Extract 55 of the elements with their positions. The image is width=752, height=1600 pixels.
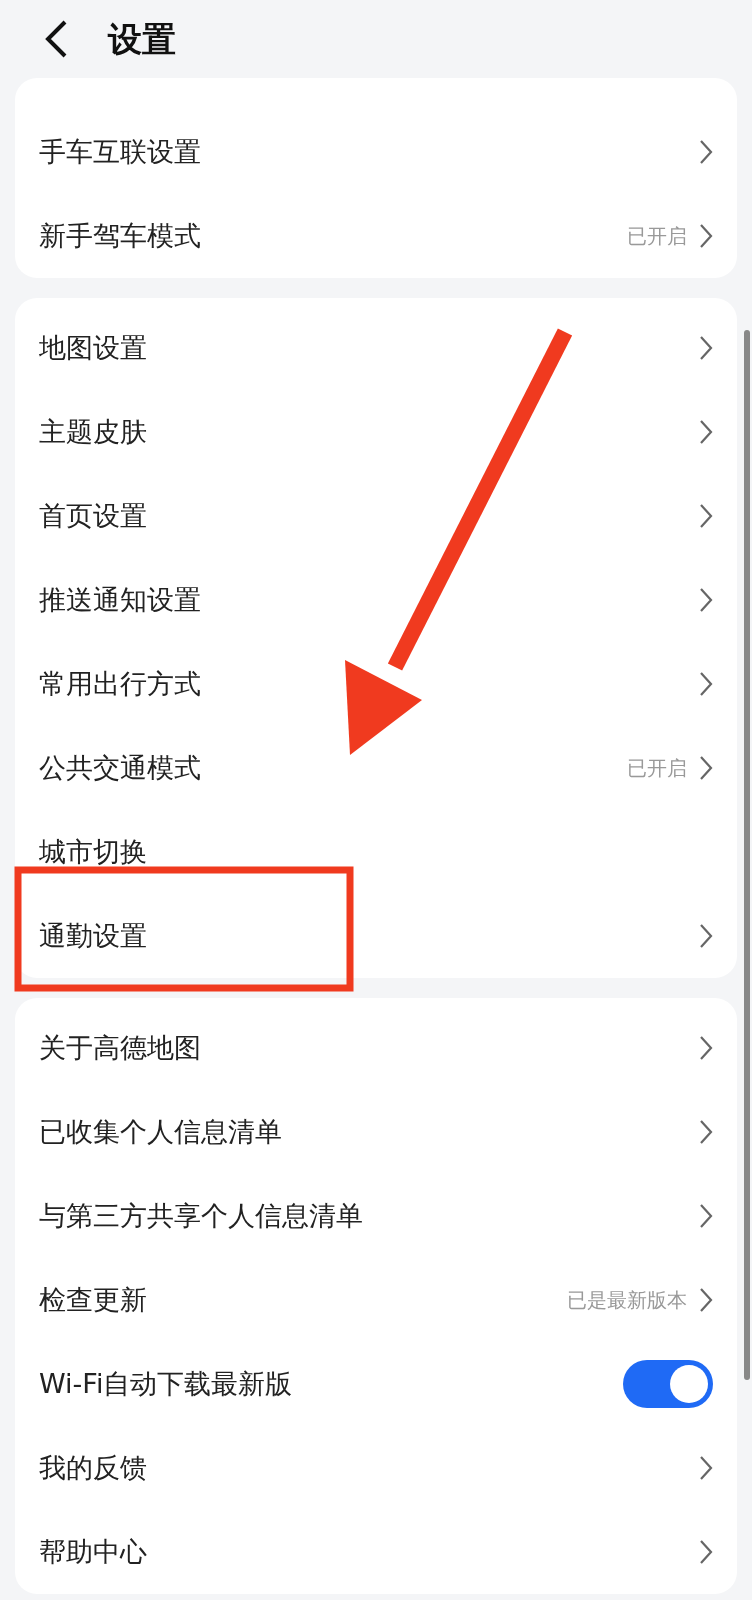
settings-row[interactable]: 推送通知设置: [15, 558, 737, 642]
settings-row[interactable]: 已收集个人信息清单: [15, 1090, 737, 1174]
row-label: 新手驾车模式: [39, 218, 202, 253]
row-label: 首页设置: [39, 498, 148, 533]
settings-row[interactable]: 我的反馈: [15, 1426, 737, 1510]
row-label: 我的反馈: [39, 1450, 148, 1485]
settings-row[interactable]: 手车互联设置: [15, 110, 737, 194]
row-label: 手车互联设置: [39, 134, 202, 169]
row-label: 常用出行方式: [39, 666, 202, 701]
chevron-icon: [699, 1287, 713, 1313]
settings-row[interactable]: 关于高德地图: [15, 1006, 737, 1090]
settings-row[interactable]: 城市切换: [15, 810, 737, 894]
chevron-icon: [699, 923, 713, 949]
chevron-icon: [699, 1119, 713, 1145]
row-value: 已开启: [627, 755, 687, 782]
chevron-icon: [699, 419, 713, 445]
settings-row[interactable]: 帮助中心: [15, 1510, 737, 1594]
settings-row[interactable]: 首页设置: [15, 474, 737, 558]
settings-row[interactable]: 公共交通模式 已开启: [15, 726, 737, 810]
chevron-icon: [699, 503, 713, 529]
chevron-icon: [699, 335, 713, 361]
settings-row[interactable]: 地图设置: [15, 306, 737, 390]
settings-row[interactable]: 主题皮肤: [15, 390, 737, 474]
row-label: 地图设置: [39, 330, 148, 365]
chevron-icon: [699, 755, 713, 781]
row-label: 城市切换: [39, 834, 148, 869]
chevron-icon: [699, 671, 713, 697]
row-label: 通勤设置: [39, 918, 148, 953]
settings-row[interactable]: 新手驾车模式 已开启: [15, 194, 737, 278]
settings-row[interactable]: 通勤设置: [15, 894, 737, 978]
row-label: 帮助中心: [39, 1534, 148, 1569]
row-label: 与第三方共享个人信息清单: [39, 1198, 364, 1233]
chevron-icon: [699, 1455, 713, 1481]
row-label: Wi-Fi自动下载最新版: [39, 1366, 294, 1401]
row-label: 关于高德地图: [39, 1030, 202, 1065]
settings-row[interactable]: 常用出行方式: [15, 642, 737, 726]
page-title: 设置: [108, 17, 176, 61]
row-label: 主题皮肤: [39, 414, 148, 449]
settings-row[interactable]: Wi-Fi自动下载最新版: [15, 1342, 737, 1426]
settings-row[interactable]: 与第三方共享个人信息清单: [15, 1174, 737, 1258]
chevron-icon: [699, 1035, 713, 1061]
chevron-icon: [699, 587, 713, 613]
chevron-icon: [699, 1539, 713, 1565]
row-label: 检查更新: [39, 1282, 148, 1317]
settings-row[interactable]: 检查更新 已是最新版本: [15, 1258, 737, 1342]
chevron-icon: [699, 1203, 713, 1229]
row-value: 已是最新版本: [567, 1287, 687, 1314]
row-label: 推送通知设置: [39, 582, 202, 617]
row-label: 公共交通模式: [39, 750, 202, 785]
chevron-icon: [699, 223, 713, 249]
row-value: 已开启: [627, 223, 687, 250]
toggle-switch[interactable]: [623, 1360, 713, 1408]
chevron-icon: [699, 139, 713, 165]
back-icon[interactable]: [44, 19, 68, 59]
row-label: 已收集个人信息清单: [39, 1114, 283, 1149]
